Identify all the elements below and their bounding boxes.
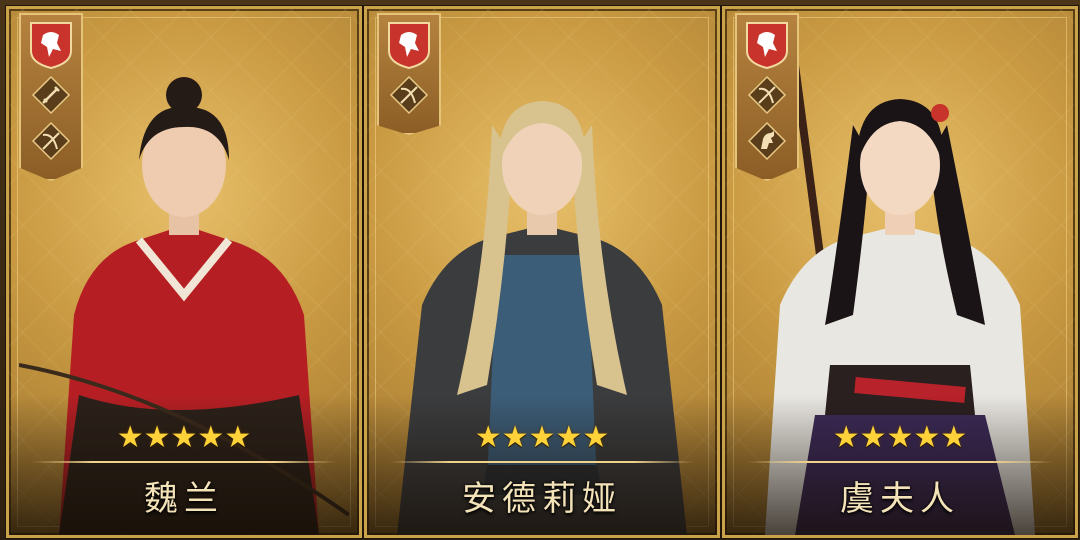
name-divider	[747, 461, 1053, 463]
hero-name: 虞夫人	[840, 479, 960, 519]
lion-crest-icon	[745, 21, 789, 69]
lion-crest-icon	[29, 21, 73, 69]
star-rating: ★★★★★	[474, 420, 610, 455]
hero-showcase: ★★★★★ 魏兰 ★★★★★ 安德莉娅 ★★★★★ 虞夫人	[0, 0, 1080, 540]
horse-icon	[747, 121, 787, 161]
hero-card-lady-yu[interactable]: ★★★★★ 虞夫人	[722, 6, 1078, 538]
sword-icon	[31, 75, 71, 115]
bow-icon	[747, 75, 787, 115]
hero-name: 魏兰	[144, 479, 224, 519]
lion-crest-icon	[387, 21, 431, 69]
name-divider	[389, 461, 695, 463]
hero-banner	[377, 13, 441, 135]
bow-icon	[389, 75, 429, 115]
hero-banner	[19, 13, 83, 181]
hero-card-wei-lan[interactable]: ★★★★★ 魏兰	[6, 6, 362, 538]
hero-card-andrea[interactable]: ★★★★★ 安德莉娅	[364, 6, 720, 538]
hero-banner	[735, 13, 799, 181]
star-rating: ★★★★★	[832, 420, 968, 455]
name-divider	[31, 461, 337, 463]
hero-name: 安德莉娅	[462, 479, 622, 519]
bow-icon	[31, 121, 71, 161]
star-rating: ★★★★★	[116, 420, 252, 455]
